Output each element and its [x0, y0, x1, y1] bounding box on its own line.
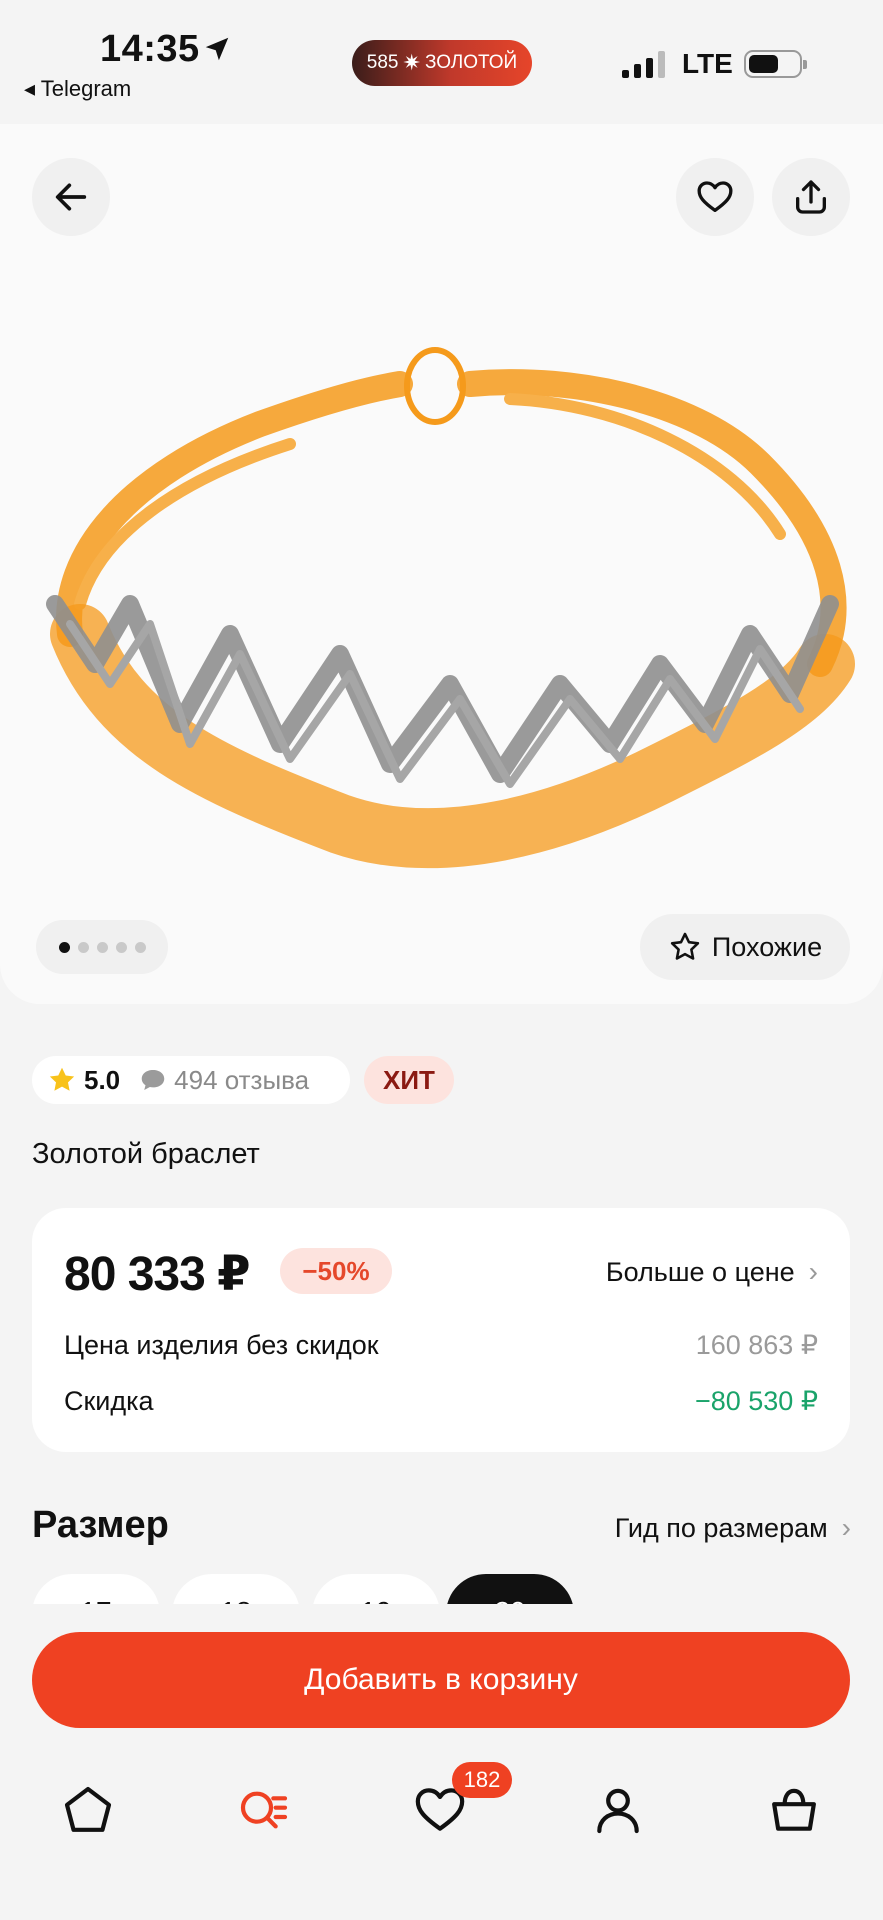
discount-label: Скидка: [64, 1386, 154, 1416]
price-card: 80 333 ₽ −50% Больше о цене › Цена издел…: [32, 1208, 850, 1452]
bracelet-drawing: [46, 347, 855, 869]
network-label: LTE: [682, 48, 733, 79]
more-about-price-link[interactable]: Больше о цене ›: [606, 1256, 818, 1288]
comment-icon: [141, 1070, 165, 1090]
hit-badge: ХИТ: [364, 1056, 454, 1104]
size-option[interactable]: 19: [312, 1574, 440, 1604]
back-button[interactable]: [32, 158, 110, 236]
tab-cart[interactable]: [754, 1770, 834, 1850]
spark-icon: ✷: [402, 50, 421, 75]
promo-pill-left: 585: [366, 52, 399, 73]
profile-icon: [597, 1788, 639, 1834]
tab-home[interactable]: [48, 1770, 128, 1850]
tab-profile[interactable]: [578, 1770, 658, 1850]
home-icon: [64, 1786, 112, 1832]
favorite-button[interactable]: [676, 158, 754, 236]
discount-value: −80 530 ₽: [694, 1386, 818, 1416]
similar-button[interactable]: Похожие: [640, 914, 850, 980]
signal-icon: [622, 50, 665, 78]
favorites-badge: 182: [452, 1762, 512, 1798]
size-option[interactable]: 18: [172, 1574, 300, 1604]
current-price: 80 333 ₽: [64, 1248, 251, 1301]
share-icon: [796, 180, 826, 214]
catalog-search-icon: [240, 1791, 288, 1829]
rating-value: 5.0: [84, 1064, 121, 1095]
tab-bar: 182: [0, 1750, 883, 1920]
similar-label: Похожие: [711, 931, 823, 962]
pagination-dot[interactable]: [96, 941, 108, 953]
pagination-dot[interactable]: [77, 941, 89, 953]
arrow-left-icon: [55, 183, 87, 211]
battery-icon: [744, 50, 807, 78]
share-button[interactable]: [772, 158, 850, 236]
size-heading: Размер: [32, 1504, 169, 1546]
product-title: Золотой браслет: [32, 1138, 260, 1170]
pagination-dot[interactable]: [134, 941, 146, 953]
back-to-telegram-link[interactable]: ◂ Telegram: [24, 76, 131, 102]
reviews-count: 494 отзыва: [174, 1064, 310, 1095]
gallery-pagination[interactable]: [36, 920, 168, 974]
promo-pill[interactable]: 585 ✷ ЗОЛОТОЙ: [352, 40, 532, 86]
promo-pill-right: ЗОЛОТОЙ: [424, 52, 518, 73]
size-option[interactable]: 17: [32, 1574, 160, 1604]
rating-pill[interactable]: 5.0 494 отзыва: [32, 1056, 350, 1104]
status-time: 14:35: [100, 28, 200, 70]
size-guide-label: Гид по размерам: [614, 1512, 828, 1543]
more-about-price-label: Больше о цене: [605, 1256, 795, 1287]
product-gallery[interactable]: Похожие: [0, 124, 883, 1004]
original-price-value: 160 863 ₽: [695, 1330, 818, 1360]
cart-icon: [772, 1788, 816, 1831]
chevron-right-icon: ›: [841, 1512, 851, 1543]
chevron-right-icon: ›: [808, 1256, 818, 1287]
tab-catalog[interactable]: [224, 1770, 304, 1850]
status-bar: 14:35 ◂ Telegram 585 ✷ ЗОЛОТОЙ LTE: [0, 0, 883, 120]
price-row-original: Цена изделия без скидок 160 863 ₽: [64, 1330, 818, 1361]
star-outline-icon: [670, 932, 700, 960]
pagination-dot[interactable]: [58, 941, 70, 953]
location-arrow-icon: [205, 37, 229, 61]
size-options: 17 18 19 20: [32, 1574, 852, 1604]
original-price-label: Цена изделия без скидок: [64, 1330, 379, 1360]
size-option-selected[interactable]: 20: [446, 1574, 574, 1604]
price-row-discount: Скидка −80 530 ₽: [64, 1386, 818, 1417]
add-to-cart-button[interactable]: Добавить в корзину: [32, 1632, 850, 1728]
star-filled-icon: [49, 1067, 75, 1091]
pagination-dot[interactable]: [115, 941, 127, 953]
discount-badge: −50%: [280, 1248, 392, 1294]
heart-icon: [697, 181, 733, 212]
size-guide-link[interactable]: Гид по размерам ›: [615, 1512, 851, 1544]
